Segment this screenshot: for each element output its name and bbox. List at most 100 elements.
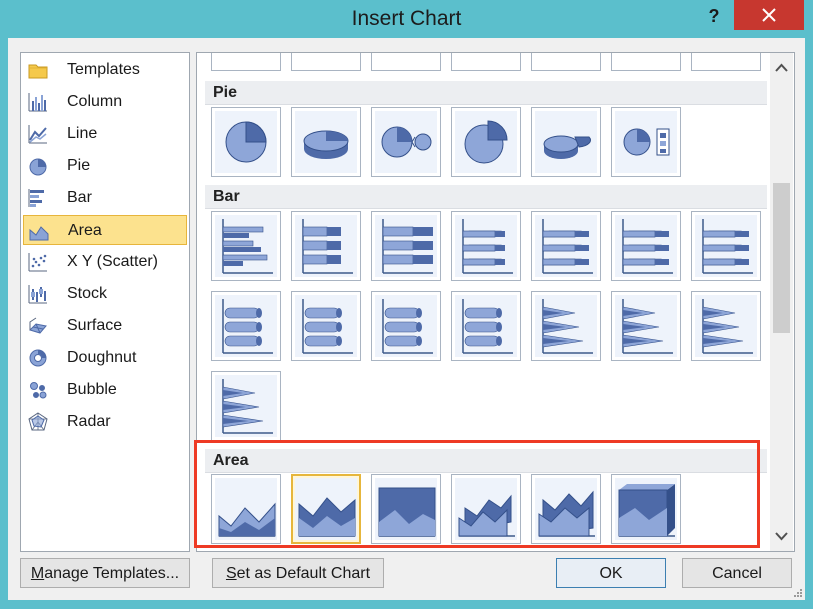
area-chart-thumbnail-icon (215, 478, 277, 540)
section-header-area: Area (205, 449, 767, 473)
area-chart-thumbnail-icon (375, 478, 437, 540)
area-chart-tile[interactable] (291, 474, 361, 544)
sidebar-item-label: Doughnut (67, 349, 137, 366)
chart-tile-partial[interactable] (211, 53, 281, 71)
pie-chart-thumbnail-icon (215, 111, 277, 173)
bar-chart-thumbnail-icon (375, 295, 437, 357)
bar-chart-thumbnail-icon (215, 295, 277, 357)
resize-grip-icon[interactable] (791, 586, 803, 598)
sidebar-item-doughnut[interactable]: Doughnut (23, 343, 187, 373)
area-chart-tile[interactable] (451, 474, 521, 544)
bar-chart-thumbnail-icon (375, 215, 437, 277)
sidebar-item-area[interactable]: Area (23, 215, 187, 245)
area-chart-tile[interactable] (531, 474, 601, 544)
bar-chart-tile[interactable] (291, 211, 361, 281)
area-chart-tile[interactable] (211, 474, 281, 544)
close-button[interactable] (734, 0, 804, 30)
chart-tile-partial[interactable] (691, 53, 761, 71)
area-chart-thumbnail-icon (535, 478, 597, 540)
bar-chart-tile[interactable] (451, 211, 521, 281)
chart-tile-partial[interactable] (371, 53, 441, 71)
chart-tile-partial[interactable] (611, 53, 681, 71)
pie-chart-thumbnail-icon (535, 111, 597, 173)
pie-chart-thumbnail-icon (375, 111, 437, 173)
bar-chart-tile[interactable] (211, 371, 281, 441)
gallery-scrollbar[interactable] (770, 53, 793, 551)
sidebar-item-column[interactable]: Column (23, 87, 187, 117)
scroll-thumb[interactable] (773, 183, 790, 333)
help-button[interactable]: ? (698, 2, 730, 30)
bar-chart-tile[interactable] (531, 291, 601, 361)
bar-chart-thumbnail-icon (215, 375, 277, 437)
bar-chart-tile[interactable] (611, 211, 681, 281)
manage-templates-button[interactable]: Manage Templates... (20, 558, 190, 588)
area-chart-tile[interactable] (611, 474, 681, 544)
bar-chart-thumbnail-icon (615, 295, 677, 357)
bar-chart-tile[interactable] (451, 291, 521, 361)
sidebar-item-label: Templates (67, 61, 140, 78)
sidebar-item-surface[interactable]: Surface (23, 311, 187, 341)
scroll-down-button[interactable] (770, 525, 793, 547)
chart-tile-partial[interactable] (291, 53, 361, 71)
sidebar-item-pie[interactable]: Pie (23, 151, 187, 181)
area-chart-tile[interactable] (371, 474, 441, 544)
sidebar-item-label: Area (68, 222, 102, 239)
bubble-chart-icon (30, 382, 47, 399)
sidebar-item-label: Stock (67, 285, 108, 302)
sidebar-item-bar[interactable]: Bar (23, 183, 187, 213)
manage-templates-mnemonic: M (30, 565, 45, 582)
sidebar-item-label: Line (67, 125, 98, 142)
line-chart-icon (28, 125, 47, 144)
bar-chart-tile[interactable] (371, 291, 441, 361)
bar-chart-tile[interactable] (691, 291, 761, 361)
ok-button[interactable]: OK (556, 558, 666, 588)
sidebar-item-radar[interactable]: Radar (23, 407, 187, 437)
gallery-content: Pie Bar Area (197, 53, 767, 551)
bar-chart-tile[interactable] (371, 211, 441, 281)
pie-chart-tile[interactable] (531, 107, 601, 177)
sidebar-item-line[interactable]: Line (23, 119, 187, 149)
pie-chart-tile[interactable] (291, 107, 361, 177)
section-header-pie: Pie (205, 81, 767, 105)
bar-chart-tile[interactable] (611, 291, 681, 361)
bar-chart-tile[interactable] (291, 291, 361, 361)
pie-chart-thumbnail-icon (295, 111, 357, 173)
bar-chart-thumbnail-icon (215, 215, 277, 277)
close-icon (762, 8, 776, 22)
chart-tile-partial[interactable] (451, 53, 521, 71)
chart-tile-partial[interactable] (531, 53, 601, 71)
bar-chart-tile[interactable] (531, 211, 601, 281)
sidebar-item-label: Pie (67, 157, 91, 174)
set-default-mnemonic: S (225, 565, 237, 582)
area-chart-thumbnail-icon (615, 478, 677, 540)
dialog-body: Templates Column Line Pie Bar Area X Y (Scatte… (8, 38, 805, 600)
cancel-button[interactable]: Cancel (682, 558, 792, 588)
bar-chart-thumbnail-icon (455, 215, 517, 277)
area-chart-icon (29, 226, 49, 241)
sidebar-item-label: Column (67, 93, 123, 110)
manage-templates-label: anage Templates... (44, 565, 180, 582)
bar-chart-thumbnail-icon (295, 215, 357, 277)
bar-chart-tile[interactable] (211, 291, 281, 361)
scroll-up-button[interactable] (770, 57, 793, 79)
pie-chart-tile[interactable] (451, 107, 521, 177)
scatter-chart-icon (28, 253, 47, 272)
bar-chart-tile[interactable] (691, 211, 761, 281)
sidebar-item-stock[interactable]: Stock (23, 279, 187, 309)
chart-type-list: Templates Column Line Pie Bar Area X Y (Scatte… (20, 52, 190, 552)
pie-chart-tile[interactable] (611, 107, 681, 177)
pie-chart-tile[interactable] (371, 107, 441, 177)
bar-chart-icon (28, 189, 44, 207)
sidebar-item-bubble[interactable]: Bubble (23, 375, 187, 405)
bar-chart-thumbnail-icon (615, 215, 677, 277)
window-title: Insert Chart (351, 7, 462, 30)
bar-chart-tile[interactable] (211, 211, 281, 281)
sidebar-item-templates[interactable]: Templates (23, 55, 187, 85)
set-default-chart-button[interactable]: Set as Default Chart (212, 558, 384, 588)
pie-chart-thumbnail-icon (615, 111, 677, 173)
radar-chart-icon (28, 412, 48, 431)
sidebar-item-x-y-scatter[interactable]: X Y (Scatter) (23, 247, 187, 277)
sidebar-item-label: Surface (67, 317, 123, 334)
area-chart-thumbnail-icon (455, 478, 517, 540)
pie-chart-tile[interactable] (211, 107, 281, 177)
